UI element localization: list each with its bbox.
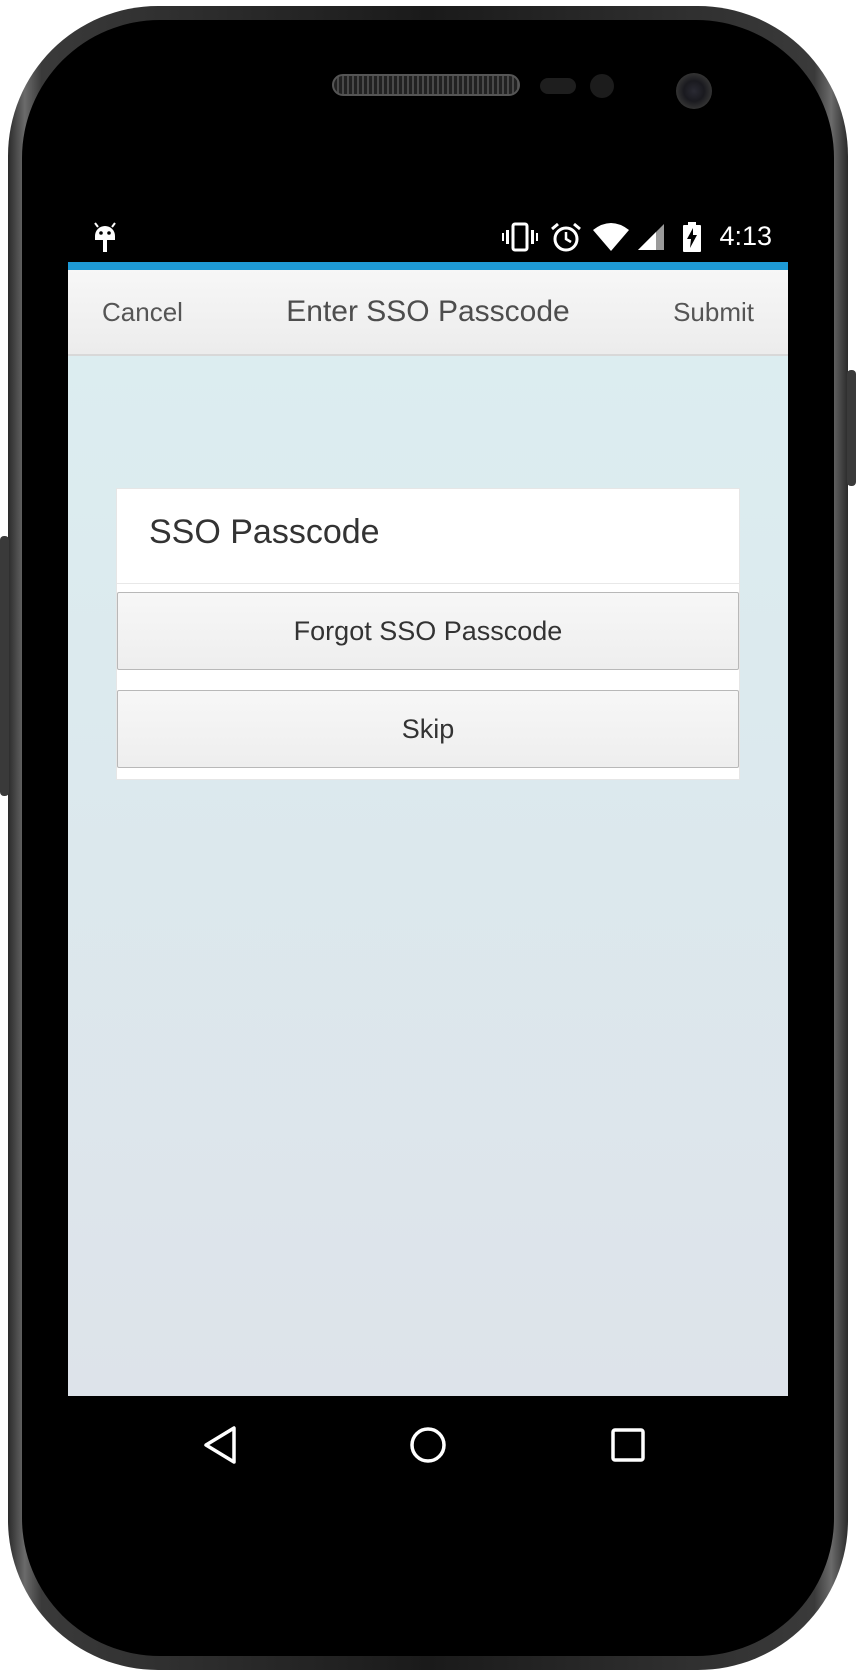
- earpiece-speaker: [332, 74, 520, 96]
- home-icon[interactable]: [408, 1424, 448, 1471]
- android-icon: [92, 222, 118, 259]
- card-divider: [117, 583, 739, 584]
- power-button: [847, 370, 856, 486]
- cancel-button[interactable]: Cancel: [102, 270, 183, 354]
- screen: 4:13 Enter SSO Passcode Cancel Submit SS…: [68, 212, 788, 1493]
- top-navigation-bar: Enter SSO Passcode Cancel Submit: [68, 270, 788, 356]
- skip-button[interactable]: Skip: [117, 690, 739, 768]
- back-icon[interactable]: [200, 1424, 240, 1471]
- submit-button[interactable]: Submit: [673, 270, 754, 354]
- vibrate-icon: [502, 222, 538, 257]
- passcode-card: SSO Passcode Forgot SSO Passcode Skip: [116, 488, 740, 780]
- proximity-sensor: [540, 78, 576, 94]
- front-camera: [676, 73, 712, 109]
- card-title: SSO Passcode: [149, 513, 380, 551]
- content-area: SSO Passcode Forgot SSO Passcode Skip: [68, 356, 788, 1396]
- alarm-icon: [550, 222, 582, 257]
- recents-icon[interactable]: [608, 1424, 648, 1471]
- light-sensor: [590, 74, 614, 98]
- signal-icon: [636, 222, 666, 257]
- forgot-passcode-button[interactable]: Forgot SSO Passcode: [117, 592, 739, 670]
- status-bar: 4:13: [68, 212, 788, 262]
- accent-line: [68, 262, 788, 270]
- volume-button: [0, 536, 9, 796]
- system-navigation-bar: [68, 1396, 788, 1493]
- battery-charging-icon: [682, 222, 702, 257]
- wifi-icon: [592, 222, 630, 257]
- status-time: 4:13: [719, 221, 772, 251]
